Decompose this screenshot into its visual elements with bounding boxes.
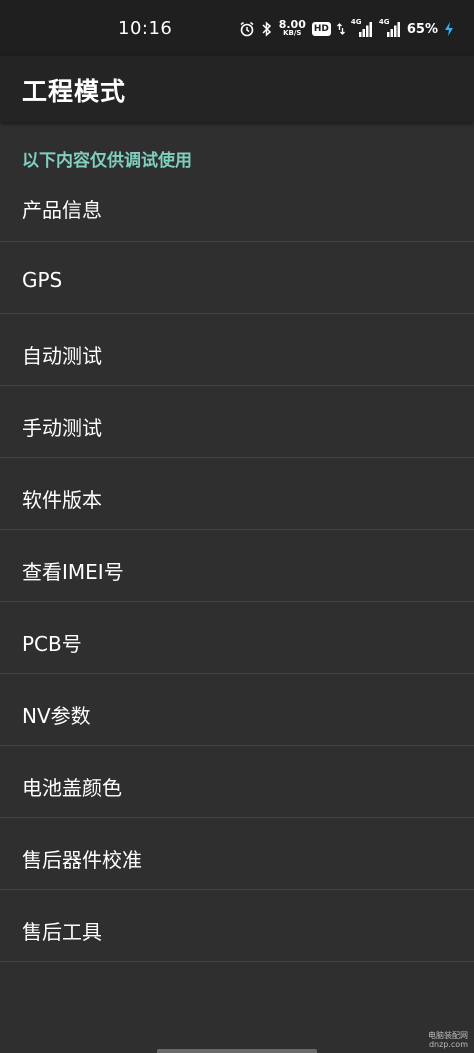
sim2-network-tag: 4G [378,18,390,26]
list-item-manual-test[interactable]: 手动测试 [0,386,474,458]
charging-icon [444,21,454,37]
signal-sim1: 4G [350,18,373,38]
watermark-line2: dnzp.com [428,1040,468,1049]
list-item-label: NV参数 [22,704,91,728]
battery-level: 65% [406,21,438,37]
net-speed-unit: KB/S [283,29,302,37]
list-item-label: 产品信息 [22,198,102,222]
list-item-label: 手动测试 [22,416,102,440]
list-item-gps[interactable]: GPS [0,242,474,314]
list-item-label: 查看IMEI号 [22,560,124,584]
page-title: 工程模式 [22,77,127,106]
list-item-label: 售后工具 [22,920,102,944]
sim1-network-tag: 4G [350,18,362,26]
net-speed-value: 8.00 [278,18,306,31]
net-speed: 8.00 KB/S [278,18,306,38]
list-item-auto-test[interactable]: 自动测试 [0,314,474,386]
status-time: 10:16 [118,18,173,39]
status-bar: 10:16 8.00 KB/S HD 4G 4G 65% [0,0,474,56]
home-indicator[interactable] [157,1049,317,1053]
app-bar: 工程模式 [0,56,474,122]
bluetooth-icon [261,21,273,37]
engineering-mode-screen: 10:16 8.00 KB/S HD 4G 4G 65% 工程模式 以下内容仅供… [0,0,474,1053]
signal-sim2: 4G [378,18,401,38]
list-item-pcb-number[interactable]: PCB号 [0,602,474,674]
menu-list: 产品信息 GPS 自动测试 手动测试 软件版本 查看IMEI号 PCB号 NV参… [0,170,474,962]
data-arrows-icon [336,21,345,37]
list-item-software-version[interactable]: 软件版本 [0,458,474,530]
list-item-after-sales-calibration[interactable]: 售后器件校准 [0,818,474,890]
list-item-label: 售后器件校准 [22,848,142,872]
section-header: 以下内容仅供调试使用 [22,151,192,171]
list-item-nv-params[interactable]: NV参数 [0,674,474,746]
list-item-label: 自动测试 [22,344,102,368]
hd-icon: HD [311,22,331,36]
watermark-line1: 电脑装配网 [428,1031,468,1040]
list-item-label: 电池盖颜色 [22,776,122,800]
list-item-label: PCB号 [22,632,82,656]
list-item-label: GPS [22,268,63,292]
watermark: 电脑装配网 dnzp.com [428,1031,468,1049]
list-item-label: 软件版本 [22,488,102,512]
list-item-product-info[interactable]: 产品信息 [0,170,474,242]
list-item-after-sales-tools[interactable]: 售后工具 [0,890,474,962]
list-item-view-imei[interactable]: 查看IMEI号 [0,530,474,602]
list-item-battery-cover-color[interactable]: 电池盖颜色 [0,746,474,818]
alarm-icon [239,21,255,37]
status-icons: 8.00 KB/S HD 4G 4G 65% [239,16,454,42]
